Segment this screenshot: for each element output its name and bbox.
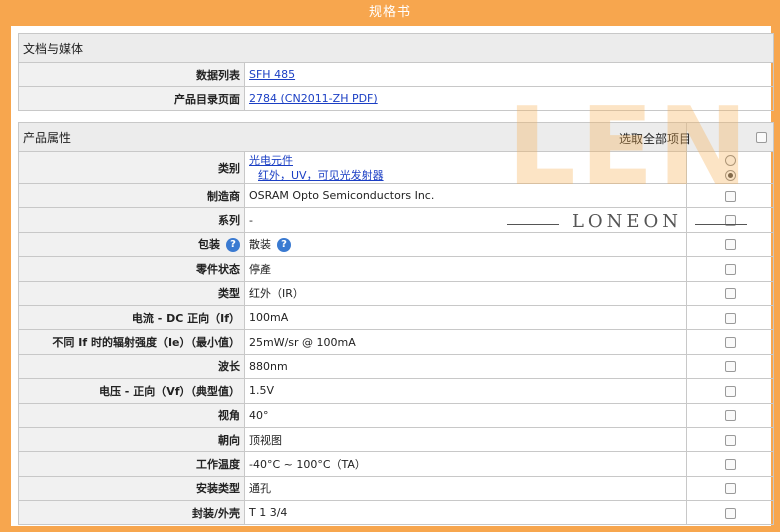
- catalog-page-link[interactable]: 2784 (CN2011-ZH PDF): [249, 92, 378, 105]
- attribute-label: 不同 If 时的辐射强度（Ie）（最小值）: [52, 336, 240, 350]
- attribute-label: 零件状态: [196, 262, 240, 276]
- docs-header: 文档与媒体: [17, 33, 775, 63]
- attribute-label: 封装/外壳: [191, 506, 240, 520]
- attribute-checkbox[interactable]: [724, 507, 736, 519]
- attribute-checkbox[interactable]: [724, 410, 736, 422]
- select-all-label: 选取全部项目: [619, 132, 692, 146]
- attribute-label: 电流 - DC 正向（If）: [131, 311, 240, 325]
- attribute-value: 红外（IR）: [249, 287, 304, 301]
- docs-row-label: 数据列表: [18, 62, 245, 87]
- category-link-optoelectronics[interactable]: 光电元件: [249, 154, 293, 167]
- docs-row: 产品目录页面 2784 (CN2011-ZH PDF): [18, 86, 775, 111]
- docs-table: 文档与媒体 数据列表 SFH 485 产品目录页面 2784 (CN2011-Z…: [17, 33, 775, 111]
- attribute-label: 波长: [218, 360, 240, 374]
- attribute-row: 零件状态 停產: [18, 256, 775, 282]
- attribute-checkbox[interactable]: [724, 483, 736, 495]
- attribute-row: 波长 880nm: [18, 353, 775, 380]
- help-icon[interactable]: ?: [226, 238, 240, 253]
- attribute-checkbox[interactable]: [724, 215, 736, 227]
- attribute-checkbox[interactable]: [724, 361, 736, 373]
- attributes-header: 产品属性: [17, 122, 688, 152]
- attribute-label: 类型: [218, 287, 240, 301]
- attribute-label: 制造商: [207, 189, 240, 203]
- category-radio-parent[interactable]: [724, 155, 736, 166]
- attributes-table: 产品属性 选取全部项目 类别 光电元件 红外，UV，可见光发射器 制造商 OSRA…: [17, 122, 775, 526]
- category-label: 类别: [18, 151, 245, 184]
- attribute-label: 朝向: [218, 433, 240, 447]
- attribute-row: 封装/外壳 T 1 3/4: [18, 500, 775, 526]
- docs-row: 数据列表 SFH 485: [18, 62, 775, 87]
- help-icon[interactable]: ?: [277, 238, 291, 253]
- attribute-value: 停產: [249, 262, 271, 276]
- attribute-value: 1.5V: [249, 384, 275, 398]
- attribute-value: OSRAM Opto Semiconductors Inc.: [249, 189, 435, 203]
- attribute-row: 电压 - 正向（Vf）（典型值） 1.5V: [18, 378, 775, 404]
- attribute-checkbox[interactable]: [724, 434, 736, 446]
- attribute-checkbox[interactable]: [724, 385, 736, 397]
- attribute-label: 视角: [218, 409, 240, 423]
- attribute-value: T 1 3/4: [249, 506, 288, 520]
- attribute-value: -: [249, 213, 253, 227]
- page-title: 规格书: [368, 5, 411, 20]
- select-all-checkbox[interactable]: [756, 132, 768, 143]
- attribute-checkbox[interactable]: [724, 239, 736, 251]
- category-row: 类别 光电元件 红外，UV，可见光发射器: [18, 151, 775, 184]
- category-link-emitters[interactable]: 红外，UV，可见光发射器: [258, 169, 384, 182]
- attribute-checkbox[interactable]: [724, 190, 736, 202]
- attribute-row: 朝向 顶视图: [18, 426, 775, 453]
- attribute-row: 类型 红外（IR）: [18, 280, 775, 306]
- attribute-value: 顶视图: [249, 433, 282, 447]
- docs-row-label: 产品目录页面: [18, 86, 245, 111]
- attribute-checkbox[interactable]: [724, 458, 736, 470]
- attribute-row: 工作温度 -40°C ~ 100°C（TA）: [18, 451, 775, 477]
- attribute-checkbox[interactable]: [724, 288, 736, 300]
- attribute-value: 通孔: [249, 482, 271, 496]
- category-radio-selected[interactable]: [724, 170, 736, 181]
- attribute-row: 系列 -: [18, 207, 775, 233]
- datasheet-link[interactable]: SFH 485: [249, 68, 295, 81]
- attribute-value: 40°: [249, 408, 269, 422]
- spec-panel: 文档与媒体 数据列表 SFH 485 产品目录页面 2784 (CN2011-Z…: [11, 26, 775, 526]
- attribute-value: 散装: [249, 238, 271, 252]
- attribute-row: 安装类型 通孔: [18, 475, 775, 502]
- attribute-label: 安装类型: [196, 482, 240, 496]
- attribute-row: 视角 40°: [18, 402, 775, 428]
- attribute-row: 电流 - DC 正向（If） 100mA: [18, 304, 775, 331]
- attribute-label: 工作温度: [196, 457, 240, 471]
- attribute-value: 100mA: [249, 311, 289, 325]
- attribute-checkbox[interactable]: [724, 337, 736, 349]
- attribute-value: 880nm: [249, 359, 288, 373]
- attribute-label: 电压 - 正向（Vf）（典型值）: [98, 384, 240, 398]
- attribute-row: 制造商 OSRAM Opto Semiconductors Inc.: [18, 182, 775, 209]
- attribute-checkbox[interactable]: [724, 263, 736, 275]
- attribute-row: 不同 If 时的辐射强度（Ie）（最小值） 25mW/sr @ 100mA: [18, 329, 775, 355]
- attribute-checkbox[interactable]: [724, 312, 736, 324]
- attribute-label: 系列: [218, 214, 240, 228]
- attribute-label: 包装: [198, 238, 220, 252]
- attribute-value: 25mW/sr @ 100mA: [249, 335, 356, 349]
- attribute-value: -40°C ~ 100°C（TA）: [249, 457, 366, 471]
- attribute-row: 包装? 散装?: [18, 231, 775, 258]
